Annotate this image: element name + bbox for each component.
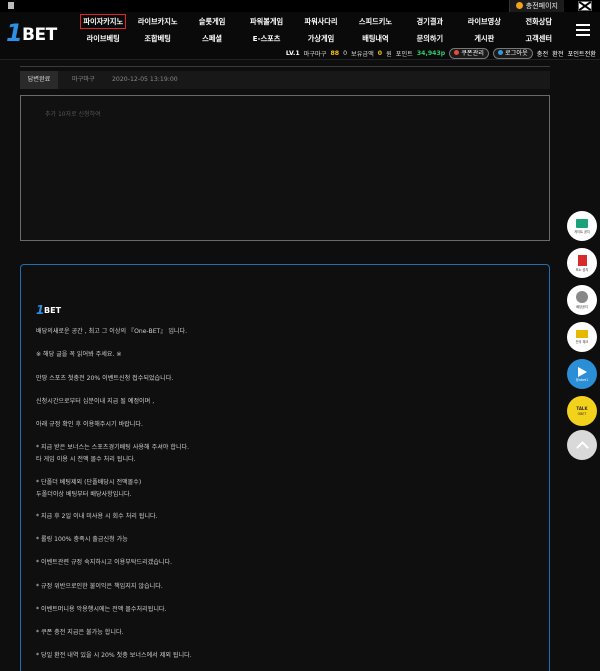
nav-row-1: 파이자카지노 라이브카지노 슬롯게임 파워볼게임 파워사다리 스피드키노 경기결과 라이브영상… <box>76 13 566 30</box>
odds-notice-button[interactable]: 배당공지 <box>567 285 597 315</box>
notice-panel: 1 BET 배당의새로운 공간 , 최고 그 이상의 『One-BET』 입니다… <box>20 264 550 671</box>
user-info-bar: LV.1 마구마구 88 0 보유금액 0 원 포인트 34,943p 쿠폰관리… <box>286 47 600 60</box>
nav-item[interactable]: E-스포츠 <box>239 30 293 47</box>
nav-row-2: 라이브베팅 조합베팅 스페셜 E-스포츠 가상게임 배팅내역 문의하기 게시판 고객센터 <box>76 30 566 47</box>
notice-line: * 이벤트머니용 악용행시에는 전액 몰수처리됩니다. <box>36 606 167 613</box>
logo-number: 1 <box>6 19 23 47</box>
top-bar: 충전페이지 <box>0 0 600 12</box>
nav-item[interactable]: 슬롯게임 <box>185 13 239 30</box>
user-count-unit: 0 <box>343 50 347 57</box>
notice-line: * 지급 받은 보너스는 스포츠경기배팅 사용해 주셔야 합니다. <box>36 444 190 451</box>
balance-label: 보유금액 <box>351 51 374 58</box>
gate-notice-label: 게이트 공지 <box>574 229 590 234</box>
coupon-button[interactable]: 쿠폰관리 <box>449 48 489 59</box>
logout-button-label: 로그아웃 <box>504 50 528 57</box>
monitor-icon <box>576 218 588 228</box>
attendance-label: 전국 체크 <box>575 340 589 344</box>
gate-notice-button[interactable]: 게이트 공지 <box>567 211 597 241</box>
scroll-top-button[interactable] <box>567 430 597 460</box>
charge-link[interactable]: 충전 <box>537 49 548 58</box>
nav-item[interactable]: 경기결과 <box>403 13 457 30</box>
point-exchange-link[interactable]: 포인트전환 <box>568 49 596 58</box>
status-badge: 답변완료 <box>20 71 58 89</box>
nav-item[interactable]: 문의하기 <box>403 30 457 47</box>
notice-logo: 1 BET <box>36 303 68 317</box>
nav-item[interactable]: 게시판 <box>457 30 511 47</box>
nav-item[interactable]: 파이자카지노 <box>80 14 127 29</box>
mono-notice-button[interactable]: 모노 공지 <box>567 248 597 278</box>
telegram-label: @obet1 <box>575 377 589 382</box>
crown-icon <box>576 330 588 338</box>
notice-line: * 쿠폰 충전 지급은 불가능 합니다. <box>36 629 124 636</box>
comment-placeholder: 추가 10자로 신청하여 <box>45 111 101 118</box>
content-divider <box>20 66 550 67</box>
point-label: 포인트 <box>395 51 413 58</box>
nav-item[interactable]: 가상게임 <box>294 30 348 47</box>
language-flag-icon[interactable] <box>578 1 592 11</box>
notice-line: * 당일 환전 내역 있을 시 20% 첫충 보너스에서 제외 됩니다. <box>36 652 192 659</box>
notice-line: 만땅 스포츠 첫충전 20% 이벤트신청 접수되었습니다. <box>36 375 174 382</box>
nav-item[interactable]: 파워볼게임 <box>239 13 293 30</box>
nav-item[interactable]: 라이브베팅 <box>76 30 130 47</box>
telegram-button[interactable]: @obet1 <box>567 359 597 389</box>
notice-line: ※ 해당 글을 꼭 읽어봐 주세요. ※ <box>36 351 122 358</box>
nav-item[interactable]: 파워사다리 <box>294 13 348 30</box>
attendance-button[interactable]: 전국 체크 <box>567 322 597 352</box>
nav-item[interactable]: 조합베팅 <box>130 30 184 47</box>
post-author: 마구마구 <box>72 76 95 83</box>
post-meta-row: 답변완료 마구마구 2020-12-05 13:19:00 <box>20 71 550 89</box>
nav-item[interactable]: 스피드키노 <box>348 13 402 30</box>
notice-line: * 롤링 100% 충족시 출금신청 가능 <box>36 536 128 543</box>
nav-item[interactable]: 스페셜 <box>185 30 239 47</box>
post-date: 2020-12-05 13:19:00 <box>112 76 178 83</box>
notice-line: * 이벤트관련 규정 숙지하시고 이용부탁드리겠습니다. <box>36 559 173 566</box>
logout-button[interactable]: 로그아웃 <box>492 48 533 59</box>
user-count: 88 <box>330 50 340 57</box>
odds-notice-label: 배당공지 <box>576 305 588 309</box>
notice-line: * 지급 후 2일 이내 미사용 시 회수 처리 됩니다. <box>36 513 158 520</box>
kakaotalk-label: OBET <box>577 412 587 416</box>
notice-line: * 규정 위반으로인한 불이익은 책임지지 않습니다. <box>36 583 163 590</box>
ball-icon <box>576 291 588 303</box>
speaker-icon[interactable] <box>8 2 14 9</box>
nav-item[interactable]: 라이브카지노 <box>130 13 184 30</box>
notice-line: * 단폴더 베팅제외 (단폴배당시 전액몰수) <box>36 479 142 486</box>
coupon-button-label: 쿠폰관리 <box>461 50 484 57</box>
coupon-icon <box>454 50 460 55</box>
balance-unit: 원 <box>386 51 392 58</box>
site-logo[interactable]: 1 BET <box>6 17 70 49</box>
point-value: 34,943p <box>416 50 446 57</box>
balance-value: 0 <box>377 50 383 57</box>
exchange-link[interactable]: 환전 <box>552 49 563 58</box>
coin-icon <box>515 2 523 9</box>
mono-notice-label: 모노 공지 <box>575 267 589 272</box>
logout-icon <box>497 50 503 55</box>
charge-page-label: 충전페이지 <box>525 2 558 10</box>
nav-item[interactable]: 라이브영상 <box>457 13 511 30</box>
notice-line: 배당의새로운 공간 , 최고 그 이상의 『One-BET』 입니다. <box>36 328 188 335</box>
notice-logo-text: BET <box>44 306 62 315</box>
notice-line: 타 게임 이용 시 전액 몰수 처리 됩니다. <box>36 456 136 463</box>
nav-item[interactable]: 배팅내역 <box>348 30 402 47</box>
nav-item[interactable]: 전화상담 <box>512 13 566 30</box>
comment-textarea[interactable]: 추가 10자로 신청하여 <box>20 95 550 241</box>
telegram-icon <box>577 366 587 377</box>
chevron-up-icon <box>575 440 589 454</box>
user-name: 마구마구 <box>303 51 327 58</box>
kakaotalk-button[interactable]: TALK OBET <box>567 396 597 426</box>
menu-icon[interactable] <box>576 24 590 36</box>
notice-line: 두폴더이상 베팅부터 배당사항입니다. <box>36 491 132 498</box>
notice-line: 신청시간으로부터 십분이내 지급 될 예정이며 , <box>36 398 155 405</box>
document-icon <box>577 254 587 266</box>
nav-item[interactable]: 고객센터 <box>512 30 566 47</box>
user-level: LV.1 <box>285 50 300 57</box>
logo-text: BET <box>22 25 57 45</box>
notice-line: 아래 규정 확인 후 이용해주시기 바랍니다. <box>36 421 143 428</box>
talk-icon: TALK <box>576 406 588 411</box>
main-nav: 파이자카지노 라이브카지노 슬롯게임 파워볼게임 파워사다리 스피드키노 경기결과 라이브영상… <box>76 13 566 47</box>
charge-page-link[interactable]: 충전페이지 <box>508 0 564 12</box>
